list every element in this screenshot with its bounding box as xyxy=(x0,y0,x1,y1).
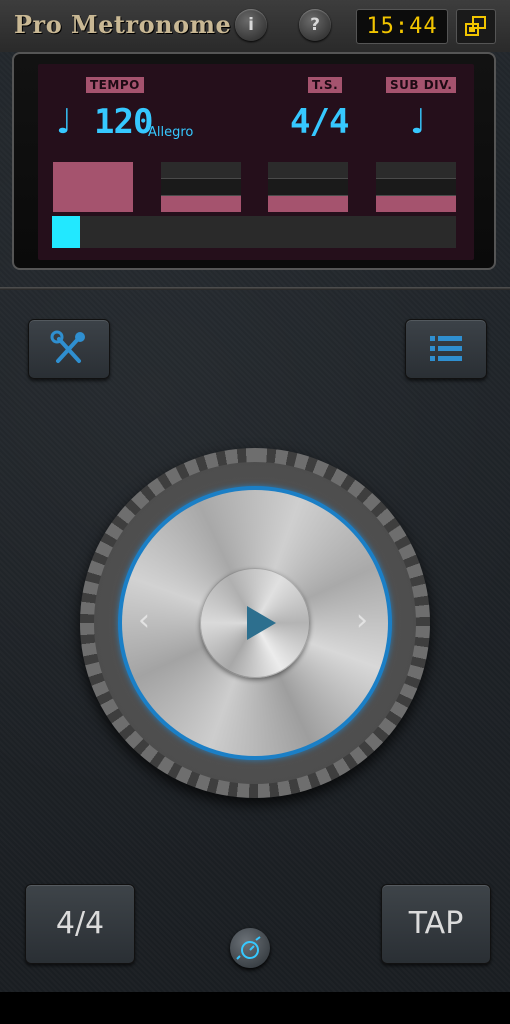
chevron-right-icon[interactable]: › xyxy=(356,603,368,638)
layout-toggle-icon xyxy=(465,16,486,36)
settings-button[interactable] xyxy=(28,319,110,379)
beat-indicator-4 xyxy=(376,162,456,212)
stopwatch-icon xyxy=(236,936,261,960)
chevron-left-icon[interactable]: ‹ xyxy=(138,603,150,638)
beat-indicator-1 xyxy=(53,162,133,212)
beat-indicator-3 xyxy=(268,162,348,212)
tempo-dial[interactable]: ‹ › xyxy=(80,448,430,798)
app-logo: Pro Metronome xyxy=(14,10,232,39)
beat-progress-track xyxy=(52,216,456,248)
navigation-bar xyxy=(0,992,510,1024)
time-signature-tag: T.S. xyxy=(308,77,343,93)
beat-progress-fill xyxy=(52,216,80,248)
menu-button[interactable] xyxy=(405,319,487,379)
app-header: Pro Metronome i ? 15:44 xyxy=(0,0,510,52)
clock-display: 15:44 xyxy=(356,9,448,44)
tempo-note-icon[interactable]: ♩ xyxy=(56,102,72,142)
lcd-screen: TEMPO T.S. SUB DIV. ♩ 120 Allegro 4/4 ♩ xyxy=(38,64,474,260)
speed-trainer-button[interactable] xyxy=(230,928,270,968)
list-icon xyxy=(430,336,462,361)
metronome-app: Pro Metronome i ? 15:44 TEMPO T.S. SUB D… xyxy=(0,0,510,992)
subdivision-tag: SUB DIV. xyxy=(386,77,457,93)
wrench-screwdriver-icon xyxy=(50,330,85,363)
panel-divider xyxy=(0,287,510,290)
subdivision-note-icon[interactable]: ♩ xyxy=(410,102,426,142)
info-button[interactable]: i xyxy=(235,9,267,41)
info-icon: i xyxy=(248,15,254,35)
play-icon xyxy=(247,606,276,640)
tempo-value[interactable]: 120 xyxy=(94,102,153,142)
time-signature-button[interactable]: 4/4 xyxy=(25,884,135,964)
help-button[interactable]: ? xyxy=(299,9,331,41)
time-signature-value[interactable]: 4/4 xyxy=(290,102,349,142)
tempo-tag: TEMPO xyxy=(86,77,144,93)
play-button[interactable] xyxy=(200,568,310,678)
dial-glow-ring: ‹ › xyxy=(118,486,392,760)
tap-tempo-button[interactable]: TAP xyxy=(381,884,491,964)
display-panel: TEMPO T.S. SUB DIV. ♩ 120 Allegro 4/4 ♩ xyxy=(12,52,496,270)
beat-indicator-2 xyxy=(161,162,241,212)
help-icon: ? xyxy=(310,15,320,35)
dial-face: ‹ › xyxy=(122,490,388,756)
layout-toggle-button[interactable] xyxy=(456,9,496,44)
tempo-marking: Allegro xyxy=(148,125,194,140)
